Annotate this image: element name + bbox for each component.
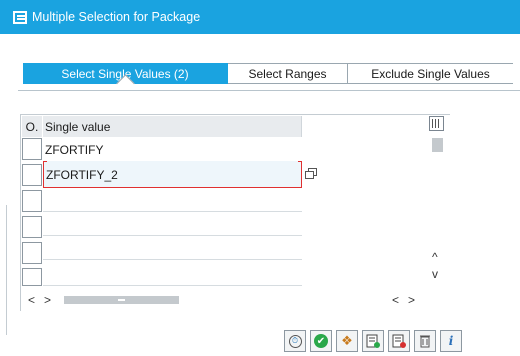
window-title: Multiple Selection for Package [32,10,201,24]
vertical-scrollbar-thumb[interactable] [432,138,443,152]
row-selector[interactable] [22,216,42,238]
scroll-down-icon[interactable]: v [432,268,438,280]
confirm-button[interactable]: ✔ [310,330,332,352]
execute-button[interactable]: ⏱ [284,330,306,352]
window-icon [13,10,27,24]
delete-row-icon [392,334,406,348]
column-settings-icon[interactable] [429,116,444,131]
title-bar: Multiple Selection for Package [0,0,520,34]
scroll-up-icon[interactable]: ^ [432,251,438,263]
single-value-cell[interactable] [43,260,302,286]
single-value-cell[interactable] [43,212,302,236]
tab-exclude-single-values[interactable]: Exclude Single Values [348,63,513,84]
tab-select-single-values[interactable]: Select Single Values (2) [23,63,228,84]
multiple-selection-icon: ❖ [341,333,353,348]
row-selector[interactable] [22,268,42,286]
tab-select-ranges[interactable]: Select Ranges [228,63,348,84]
single-value-cell[interactable]: ZFORTIFY [43,138,302,162]
option-column-header[interactable]: O. [22,116,42,137]
row-selector[interactable] [22,138,42,160]
table-empty-area [302,116,426,311]
insert-row-button[interactable] [362,330,384,352]
scroll-left-icon[interactable]: < [392,294,399,306]
value-help-icon[interactable] [304,167,318,181]
tab-strip: Select Single Values (2) Select Ranges E… [23,63,513,84]
scroll-right-icon[interactable]: > [44,294,51,306]
multiple-selection-button[interactable]: ❖ [336,330,358,352]
row-selector[interactable] [22,242,42,264]
single-value-cell[interactable] [43,188,302,212]
delete-all-button[interactable] [414,330,436,352]
row-selector[interactable] [22,190,42,212]
single-value-column-header[interactable]: Single value [43,116,302,137]
delete-all-icon [420,335,430,348]
scroll-right-icon[interactable]: > [408,294,415,306]
execute-icon: ⏱ [288,334,302,348]
confirm-icon: ✔ [314,334,328,348]
dialog-toolbar: ⏱ ✔ ❖ i [284,330,462,352]
scroll-left-icon[interactable]: < [28,294,35,306]
delete-row-button[interactable] [388,330,410,352]
single-value-cell-focused[interactable]: ZFORTIFY_2 [43,161,302,188]
row-selector[interactable] [22,164,42,186]
information-button[interactable]: i [440,330,462,352]
horizontal-scrollbar-thumb[interactable] [64,296,179,304]
panel-border [6,205,7,335]
tab-underline [18,90,520,91]
info-icon: i [448,334,454,348]
single-value-cell[interactable] [43,236,302,260]
insert-row-icon [366,334,380,348]
